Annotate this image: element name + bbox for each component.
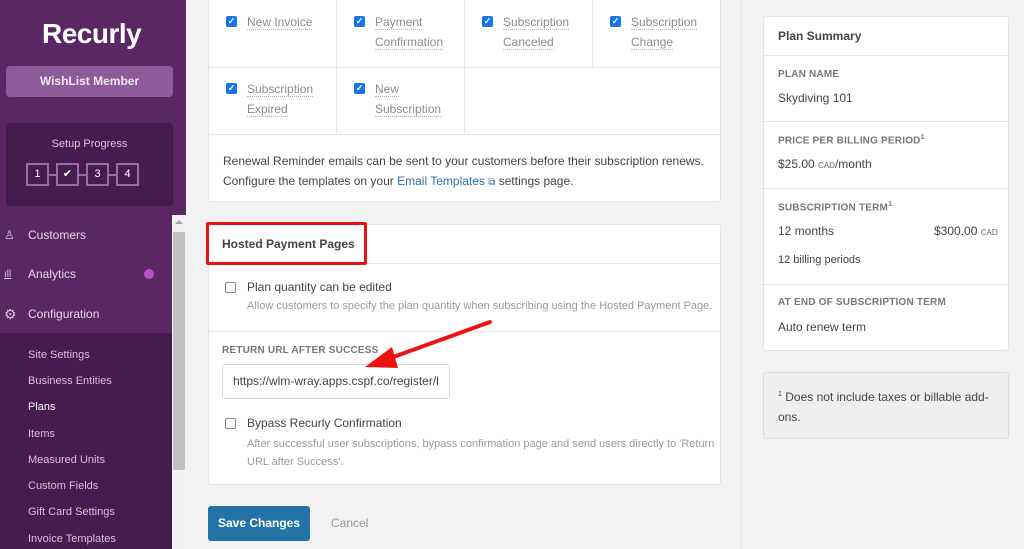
- price-amount: $25.00: [778, 157, 815, 171]
- plan-summary-title: Plan Summary: [778, 29, 862, 43]
- subscription-term-label: SUBSCRIPTION TERM1: [778, 201, 892, 213]
- price-label-text: PRICE PER BILLING PERIOD: [778, 135, 921, 147]
- term-currency: CAD: [980, 228, 998, 237]
- price-value: $25.00 CAD/month: [778, 157, 872, 171]
- footnote-mark: 1: [888, 201, 893, 208]
- price-label: PRICE PER BILLING PERIOD1: [778, 134, 925, 146]
- cancel-button[interactable]: Cancel: [331, 516, 368, 530]
- term-billing-periods: 12 billing periods: [778, 254, 861, 266]
- price-period: /month: [834, 157, 872, 171]
- divider: [764, 121, 1008, 122]
- end-of-term-label: AT END OF SUBSCRIPTION TERM: [778, 297, 946, 308]
- divider: [764, 284, 1008, 285]
- footnote-mark: 1: [778, 391, 782, 398]
- term-total: $300.00 CAD: [934, 224, 998, 238]
- term-length: 12 months: [778, 224, 835, 238]
- price-currency: CAD: [818, 161, 835, 170]
- divider: [764, 188, 1008, 189]
- divider: [764, 55, 1008, 56]
- term-total-amount: $300.00: [934, 224, 978, 238]
- save-changes-button[interactable]: Save Changes: [208, 506, 310, 541]
- end-of-term-value: Auto renew term: [778, 320, 867, 334]
- term-label-text: SUBSCRIPTION TERM: [778, 202, 889, 214]
- footnote-mark: 1: [920, 134, 925, 141]
- plan-name-label: PLAN NAME: [778, 69, 840, 80]
- footnote-text: Does not include taxes or billable add-o…: [778, 390, 989, 424]
- footnote-box: 1 Does not include taxes or billable add…: [763, 372, 1009, 439]
- plan-name-value: Skydiving 101: [778, 91, 853, 105]
